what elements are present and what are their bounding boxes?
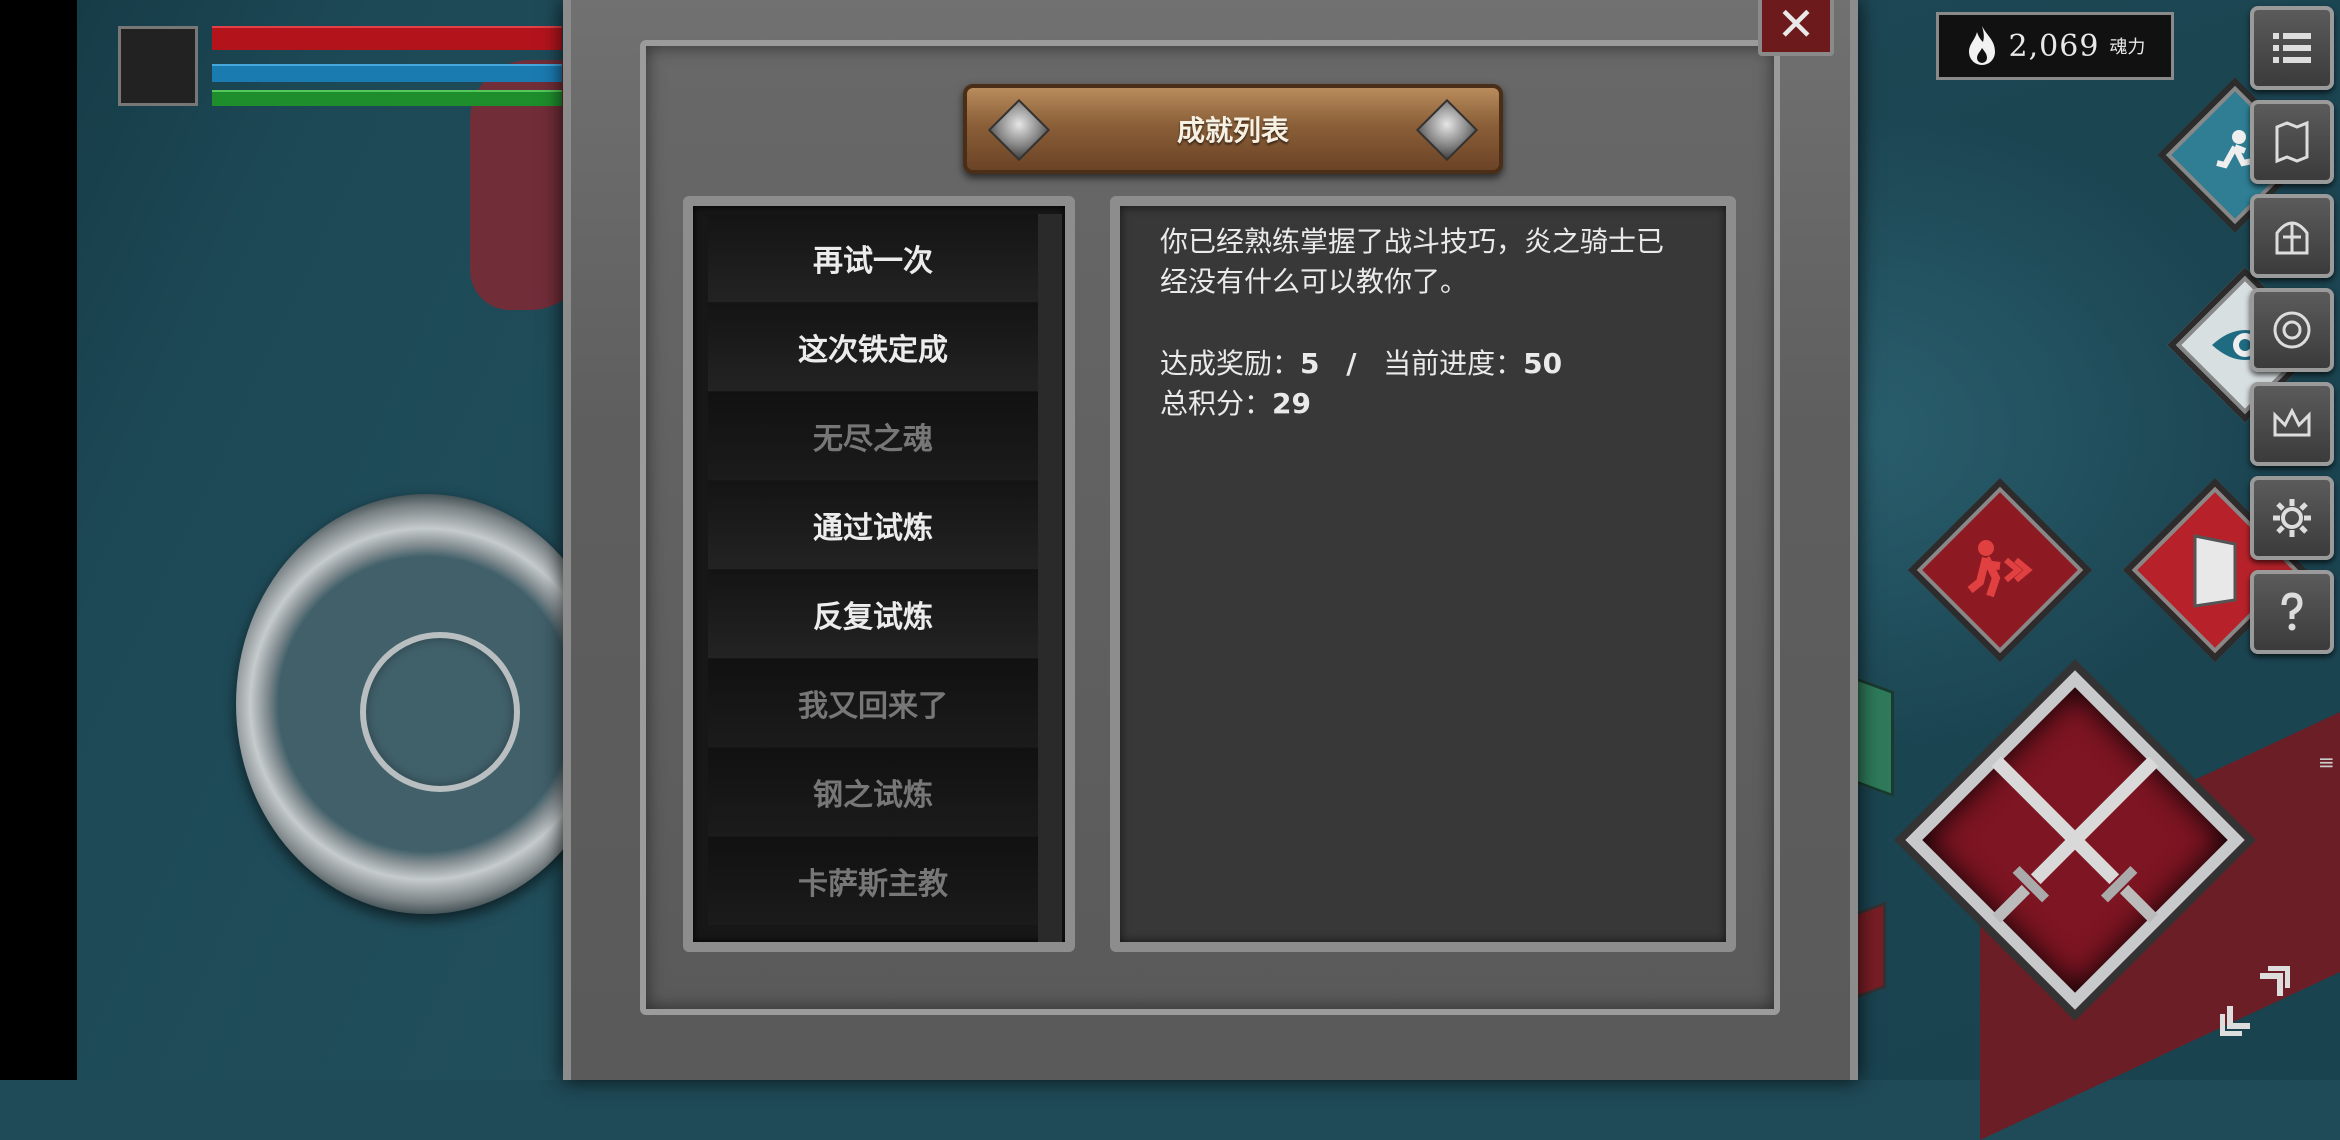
soul-unit: 魂力 (2109, 37, 2146, 58)
title-banner: 成就列表 (963, 84, 1503, 174)
achievement-item[interactable]: 再试一次 (708, 214, 1038, 302)
gear-icon (2273, 499, 2311, 537)
mana-bar (212, 64, 562, 82)
total-label: 总积分： (1160, 387, 1273, 420)
progress-label: 当前进度： (1383, 347, 1524, 380)
settings-button[interactable] (2250, 476, 2334, 560)
help-icon (2281, 592, 2303, 631)
map-button[interactable] (2250, 100, 2334, 184)
achievement-item[interactable]: 通过试炼 (708, 481, 1038, 569)
crown-icon (2273, 407, 2311, 437)
equipment-button[interactable] (2250, 194, 2334, 278)
flame-icon (1968, 26, 1995, 65)
joystick-knob[interactable] (360, 632, 520, 792)
achievement-list[interactable]: 再试一次 这次铁定成 无尽之魂 通过试炼 反复试炼 我又回来了 钢之试炼 卡萨斯主教 (708, 214, 1038, 942)
reward-value: 5 (1300, 347, 1320, 380)
achievement-item[interactable]: 反复试炼 (708, 570, 1038, 658)
achievement-item[interactable]: 卡萨斯主教 (708, 837, 1038, 925)
helmet-icon (2275, 221, 2309, 255)
map-icon (2275, 120, 2309, 164)
reward-progress-line: 达成奖励：5 / 当前进度：50 (1160, 344, 1562, 384)
sprint-icon (1967, 540, 2033, 598)
achievements-button[interactable] (2250, 382, 2334, 466)
achievement-item[interactable]: 这次铁定成 (708, 303, 1038, 391)
soul-counter: 2,069 魂力 (1936, 12, 2174, 80)
soul-value: 2,069 (2008, 28, 2100, 64)
close-icon: ✕ (1776, 0, 1816, 51)
player-portrait[interactable] (118, 26, 198, 106)
stamina-bar (212, 90, 562, 106)
crossed-swords-icon (1991, 756, 2159, 923)
main-menu-button[interactable] (2250, 6, 2334, 90)
reward-label: 达成奖励： (1160, 347, 1301, 380)
total-score-line: 总积分：29 (1160, 384, 1311, 424)
health-bar (212, 26, 562, 50)
skill-tree-icon (2273, 311, 2311, 349)
achievement-item[interactable]: 钢之试炼 (708, 748, 1038, 836)
skills-button[interactable] (2250, 288, 2334, 372)
total-value: 29 (1272, 387, 1311, 420)
shield-icon (2193, 534, 2237, 608)
menu-list-icon (2273, 33, 2311, 63)
achievement-description: 你已经熟练掌握了战斗技巧，炎之骑士已经没有什么可以教你了。 (1160, 225, 1665, 298)
help-button[interactable] (2250, 570, 2334, 654)
fullscreen-icon[interactable] (2220, 966, 2290, 1036)
list-scrollbar[interactable] (1038, 214, 1062, 942)
nail-icon (1415, 98, 1479, 162)
dialog-title: 成就列表 (1176, 114, 1289, 147)
close-button[interactable]: ✕ (1758, 0, 1834, 56)
edge-menu-icon[interactable]: ≡ (2318, 750, 2338, 774)
achievement-detail-panel (1110, 196, 1736, 952)
achievement-item[interactable]: 无尽之魂 (708, 392, 1038, 480)
progress-value: 50 (1523, 347, 1563, 380)
left-letterbox (0, 0, 77, 1080)
nail-icon (987, 98, 1051, 162)
achievement-item[interactable]: 我又回来了 (708, 659, 1038, 747)
separator: / (1346, 347, 1357, 380)
